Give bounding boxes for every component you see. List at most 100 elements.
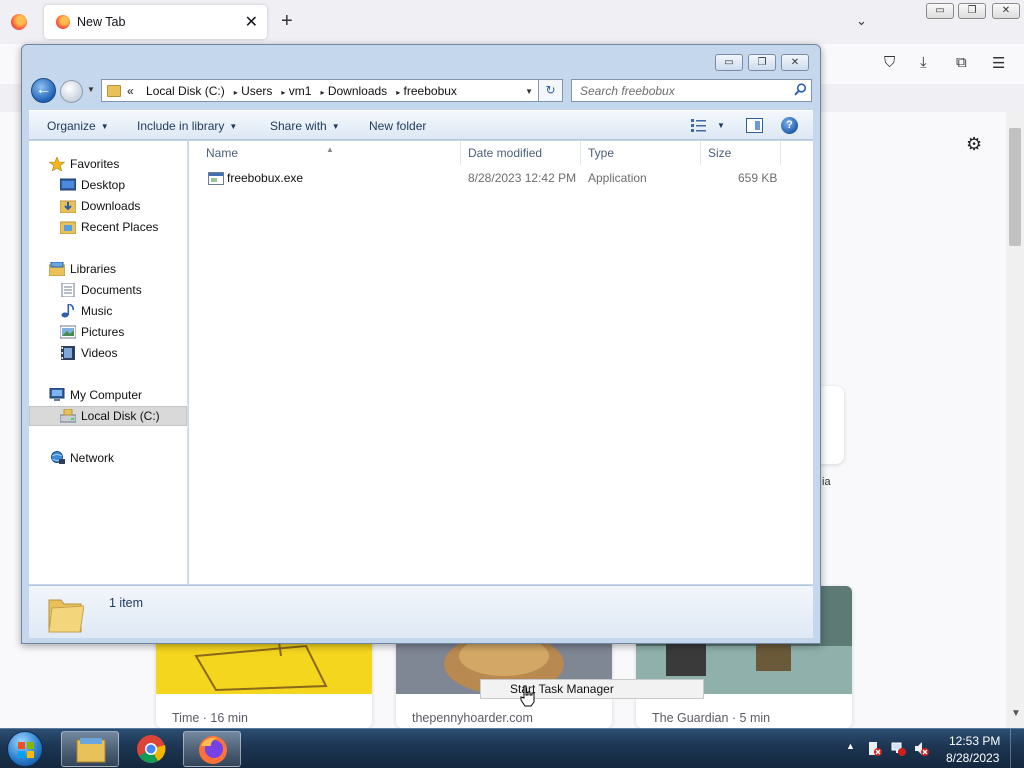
documents-icon bbox=[61, 283, 75, 297]
new-tab-button[interactable]: + bbox=[281, 10, 293, 33]
file-size: 659 KB bbox=[738, 171, 778, 185]
file-name[interactable]: freebobux.exe bbox=[227, 171, 303, 185]
view-options-chevron-icon[interactable]: ▼ bbox=[717, 121, 725, 130]
file-list: Name ▲ Date modified Type Size freebobux… bbox=[189, 141, 813, 584]
explorer-title-bar[interactable]: ▭ ❐ ✕ bbox=[22, 45, 820, 75]
start-button[interactable] bbox=[7, 731, 43, 767]
help-icon[interactable]: ? bbox=[781, 117, 798, 134]
desktop-icon bbox=[60, 178, 76, 191]
search-box[interactable]: Search freebobux bbox=[571, 79, 812, 102]
settings-gear-icon[interactable]: ⚙ bbox=[966, 134, 982, 155]
chrome-icon bbox=[137, 735, 166, 763]
pocket-icon[interactable]: ⛉ bbox=[884, 54, 895, 71]
firefox-tab-strip: New Tab ✕ + ⌄ ▭ ❐ ✕ bbox=[0, 0, 1024, 44]
breadcrumb-downloads[interactable]: Downloads bbox=[328, 84, 387, 98]
breadcrumb: « Local Disk (C:) ▸ Users ▸ vm1 ▸ Downloads… bbox=[127, 84, 457, 98]
sort-ascending-icon: ▲ bbox=[326, 145, 334, 154]
minimize-button[interactable]: ▭ bbox=[926, 3, 954, 19]
close-button[interactable]: ✕ bbox=[992, 3, 1020, 19]
taskbar-chrome[interactable] bbox=[122, 731, 180, 767]
recent-pages-chevron-icon[interactable]: ▼ bbox=[87, 85, 95, 94]
refresh-button[interactable]: ↻ bbox=[539, 79, 563, 102]
recent-places-icon bbox=[60, 221, 76, 234]
drive-icon bbox=[60, 409, 76, 423]
column-header-name[interactable]: Name ▲ bbox=[189, 141, 461, 165]
address-dropdown-icon[interactable]: ▼ bbox=[525, 87, 533, 96]
clock-time[interactable]: 12:53 PM bbox=[949, 734, 1000, 748]
folder-icon bbox=[48, 599, 84, 633]
firefox-icon bbox=[56, 15, 70, 29]
nav-recent-places[interactable]: Recent Places bbox=[29, 217, 187, 237]
start-task-manager-item[interactable]: Start Task Manager bbox=[480, 679, 704, 699]
network-icon bbox=[51, 451, 65, 464]
breadcrumb-overflow[interactable]: « bbox=[127, 84, 134, 98]
top-site-label: ia bbox=[822, 476, 831, 488]
explorer-close-button[interactable]: ✕ bbox=[781, 54, 809, 71]
show-hidden-icons-button[interactable]: ▲ bbox=[846, 741, 855, 751]
command-bar: Organize ▼ Include in library ▼ Share with… bbox=[29, 110, 813, 140]
column-header-size[interactable]: Size bbox=[701, 141, 781, 165]
forward-button[interactable] bbox=[60, 80, 83, 103]
computer-icon bbox=[49, 388, 65, 401]
network-status-icon[interactable] bbox=[891, 741, 906, 756]
windows-logo-icon bbox=[18, 742, 34, 758]
tab-close-icon[interactable]: ✕ bbox=[245, 12, 258, 32]
extensions-icon[interactable]: ⧉ bbox=[956, 54, 967, 71]
restore-button[interactable]: ❐ bbox=[958, 3, 986, 19]
action-center-warning-icon[interactable] bbox=[867, 741, 882, 756]
nav-local-disk[interactable]: Local Disk (C:) bbox=[29, 406, 187, 426]
navigation-pane: Favorites Desktop Downloads Recent Place… bbox=[29, 141, 188, 584]
column-header-type[interactable]: Type bbox=[581, 141, 701, 165]
nav-libraries[interactable]: Libraries bbox=[29, 259, 187, 279]
nav-network[interactable]: Network bbox=[29, 448, 187, 468]
organize-button[interactable]: Organize ▼ bbox=[47, 119, 109, 133]
new-folder-button[interactable]: New folder bbox=[369, 119, 426, 133]
nav-my-computer[interactable]: My Computer bbox=[29, 385, 187, 405]
details-pane: 1 item bbox=[29, 585, 813, 638]
share-with-button[interactable]: Share with ▼ bbox=[270, 119, 340, 133]
menu-icon[interactable]: ☰ bbox=[992, 54, 1005, 72]
column-header-date-modified[interactable]: Date modified bbox=[461, 141, 581, 165]
firefox-view-icon[interactable] bbox=[11, 14, 27, 30]
breadcrumb-users[interactable]: Users bbox=[241, 84, 272, 98]
search-input[interactable]: Search freebobux bbox=[580, 84, 675, 98]
file-date-modified: 8/28/2023 12:42 PM bbox=[468, 171, 577, 185]
firefox-icon bbox=[199, 736, 227, 764]
taskbar-firefox[interactable] bbox=[183, 731, 241, 767]
explorer-maximize-button[interactable]: ❐ bbox=[748, 54, 776, 71]
back-button[interactable]: ← bbox=[31, 78, 56, 103]
star-icon bbox=[49, 157, 65, 171]
nav-videos[interactable]: Videos bbox=[29, 343, 187, 363]
include-in-library-button[interactable]: Include in library ▼ bbox=[137, 119, 237, 133]
clock-date[interactable]: 8/28/2023 bbox=[946, 751, 999, 765]
scroll-down-arrow-icon[interactable]: ▼ bbox=[1011, 708, 1021, 719]
download-icon[interactable]: ⤓ bbox=[920, 54, 927, 71]
explorer-minimize-button[interactable]: ▭ bbox=[715, 54, 743, 71]
change-view-icon[interactable] bbox=[691, 118, 707, 132]
breadcrumb-freebobux[interactable]: freebobux bbox=[404, 84, 457, 98]
search-icon[interactable] bbox=[794, 83, 807, 96]
breadcrumb-local-disk[interactable]: Local Disk (C:) bbox=[146, 84, 225, 98]
nav-favorites[interactable]: Favorites bbox=[29, 154, 187, 174]
music-note-icon bbox=[61, 304, 74, 318]
downloads-folder-icon bbox=[60, 200, 76, 213]
address-bar[interactable]: « Local Disk (C:) ▸ Users ▸ vm1 ▸ Downloads… bbox=[101, 79, 539, 102]
scrollbar-thumb[interactable] bbox=[1009, 128, 1021, 246]
nav-desktop[interactable]: Desktop bbox=[29, 175, 187, 195]
taskbar-explorer[interactable] bbox=[61, 731, 119, 767]
show-desktop-button[interactable] bbox=[1010, 729, 1024, 768]
libraries-icon bbox=[49, 262, 65, 276]
breadcrumb-vm1[interactable]: vm1 bbox=[289, 84, 312, 98]
preview-pane-icon[interactable] bbox=[746, 118, 763, 133]
tab-new-tab[interactable]: New Tab ✕ bbox=[44, 5, 267, 39]
tab-list-chevron-icon[interactable]: ⌄ bbox=[856, 13, 867, 29]
tab-title: New Tab bbox=[77, 15, 126, 29]
explorer-folder-icon bbox=[76, 738, 106, 763]
volume-muted-icon[interactable] bbox=[914, 741, 929, 756]
nav-downloads[interactable]: Downloads bbox=[29, 196, 187, 216]
page-scrollbar[interactable]: ▼ bbox=[1006, 112, 1024, 728]
folder-icon bbox=[107, 85, 121, 97]
nav-pictures[interactable]: Pictures bbox=[29, 322, 187, 342]
nav-documents[interactable]: Documents bbox=[29, 280, 187, 300]
nav-music[interactable]: Music bbox=[29, 301, 187, 321]
